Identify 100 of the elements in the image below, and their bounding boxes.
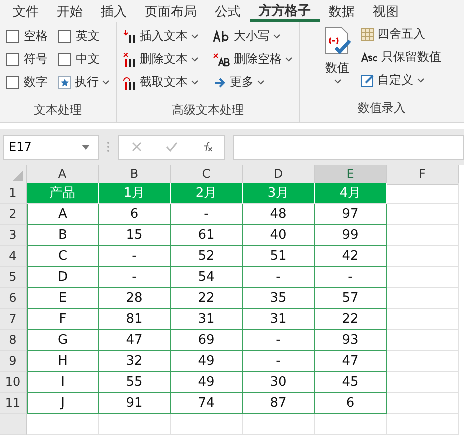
table-cell: 42 — [315, 246, 387, 267]
checkbox-option[interactable]: 中文 — [56, 49, 112, 70]
checkbox[interactable] — [6, 76, 19, 89]
table-cell: - — [99, 267, 171, 288]
ribbon-tab[interactable]: 开始 — [48, 0, 92, 22]
table-cell: G — [27, 330, 99, 351]
ribbon-tab[interactable]: 视图 — [364, 0, 408, 22]
triangle-icon — [13, 171, 23, 181]
checkbox-option[interactable]: 空格 — [4, 26, 50, 47]
row-header[interactable]: 3 — [0, 225, 27, 246]
ribbon-button[interactable]: 删除文本 — [121, 49, 201, 70]
column-header[interactable]: F — [387, 165, 459, 185]
header-cell: 4月 — [315, 183, 387, 204]
header-cell: 2月 — [171, 183, 243, 204]
column-header[interactable]: C — [171, 165, 243, 185]
table-cell: C — [27, 246, 99, 267]
ribbon-tab[interactable]: 公式 — [206, 0, 250, 22]
table-cell: 31 — [171, 309, 243, 330]
empty-cell — [387, 267, 459, 288]
table-cell: 35 — [243, 288, 315, 309]
empty-cell — [387, 351, 459, 372]
column-header[interactable]: D — [243, 165, 315, 185]
row-header[interactable]: 6 — [0, 288, 27, 309]
ribbon-button[interactable]: 更多 — [211, 72, 295, 93]
row-header[interactable]: 8 — [0, 330, 27, 351]
table-cell: 52 — [171, 246, 243, 267]
number-button[interactable]: 数值 — [320, 24, 354, 91]
checkbox[interactable] — [6, 53, 19, 66]
table-cell: 48 — [243, 204, 315, 225]
checkbox-option[interactable]: 符号 — [4, 49, 50, 70]
table-cell: D — [27, 267, 99, 288]
empty-cell — [387, 225, 459, 246]
table-cell: 61 — [171, 225, 243, 246]
table-cell: 40 — [243, 225, 315, 246]
row-header[interactable]: 7 — [0, 309, 27, 330]
table-cell: 32 — [99, 351, 171, 372]
ribbon-tab[interactable]: 文件 — [4, 0, 48, 22]
row-header[interactable]: 5 — [0, 267, 27, 288]
table-cell: 51 — [243, 246, 315, 267]
table-cell: E — [27, 288, 99, 309]
column-header[interactable]: A — [27, 165, 99, 185]
table-cell: 81 — [99, 309, 171, 330]
table-cell: 49 — [171, 351, 243, 372]
table-cell: 49 — [171, 372, 243, 393]
formula-input[interactable] — [233, 134, 464, 160]
empty-cell — [387, 372, 459, 393]
group-label: 高级文本处理 — [171, 102, 245, 119]
name-box[interactable]: E17 — [3, 134, 99, 160]
ribbon-tab[interactable]: 插入 — [92, 0, 136, 22]
arrow-icon — [213, 76, 227, 90]
table-cell: 97 — [315, 204, 387, 225]
table-cell: 6 — [99, 204, 171, 225]
table-cell: 91 — [99, 393, 171, 414]
table-cell: 6 — [315, 393, 387, 414]
group-label: 数值录入 — [358, 100, 406, 117]
table-cell: 22 — [171, 288, 243, 309]
row-header[interactable]: 4 — [0, 246, 27, 267]
column-header[interactable]: B — [99, 165, 171, 185]
column-header[interactable]: E — [315, 165, 387, 185]
empty-cell — [387, 393, 459, 414]
ribbon-button[interactable]: 自定义 — [358, 70, 444, 91]
table-cell: 93 — [315, 330, 387, 351]
ribbon-button[interactable]: 截取文本 — [121, 72, 201, 93]
empty-cell — [243, 414, 315, 435]
table-cell: - — [243, 351, 315, 372]
header-cell: 3月 — [243, 183, 315, 204]
table-cell: B — [27, 225, 99, 246]
ribbon-button[interactable]: 执行 — [56, 72, 112, 93]
empty-cell — [99, 414, 171, 435]
row-header[interactable]: 2 — [0, 204, 27, 225]
row-header[interactable]: 11 — [0, 393, 27, 414]
empty-cell — [387, 246, 459, 267]
ribbon-button[interactable]: 只保留数值 — [358, 47, 444, 68]
ribbon-button[interactable]: 插入文本 — [121, 26, 201, 47]
splitter-icon — [107, 141, 110, 153]
empty-cell — [171, 414, 243, 435]
checkbox[interactable] — [6, 30, 19, 43]
ribbon-button[interactable]: 四舍五入 — [358, 24, 444, 45]
star-icon — [58, 76, 72, 90]
grid-icon — [360, 28, 374, 42]
ribbon-tab[interactable]: 页面布局 — [136, 0, 206, 22]
ribbon-tab[interactable]: 数据 — [320, 0, 364, 22]
checkbox-option[interactable]: 数字 — [4, 72, 50, 93]
table-cell: 55 — [99, 372, 171, 393]
table-cell: 28 — [99, 288, 171, 309]
row-header[interactable]: 1 — [0, 183, 27, 204]
table-cell: 54 — [171, 267, 243, 288]
checkbox-option[interactable]: 英文 — [56, 26, 112, 47]
check-icon[interactable] — [166, 141, 178, 153]
row-header[interactable]: 9 — [0, 351, 27, 372]
checkbox[interactable] — [58, 53, 71, 66]
table-cell: A — [27, 204, 99, 225]
table-cell: - — [243, 330, 315, 351]
letter-case-icon — [213, 30, 231, 44]
ribbon-button[interactable]: 大小写 — [211, 26, 295, 47]
ribbon-button[interactable]: 删除空格 — [211, 49, 295, 70]
row-header[interactable]: 10 — [0, 372, 27, 393]
empty-cell — [315, 414, 387, 435]
checkbox[interactable] — [58, 30, 71, 43]
empty-cell — [387, 288, 459, 309]
